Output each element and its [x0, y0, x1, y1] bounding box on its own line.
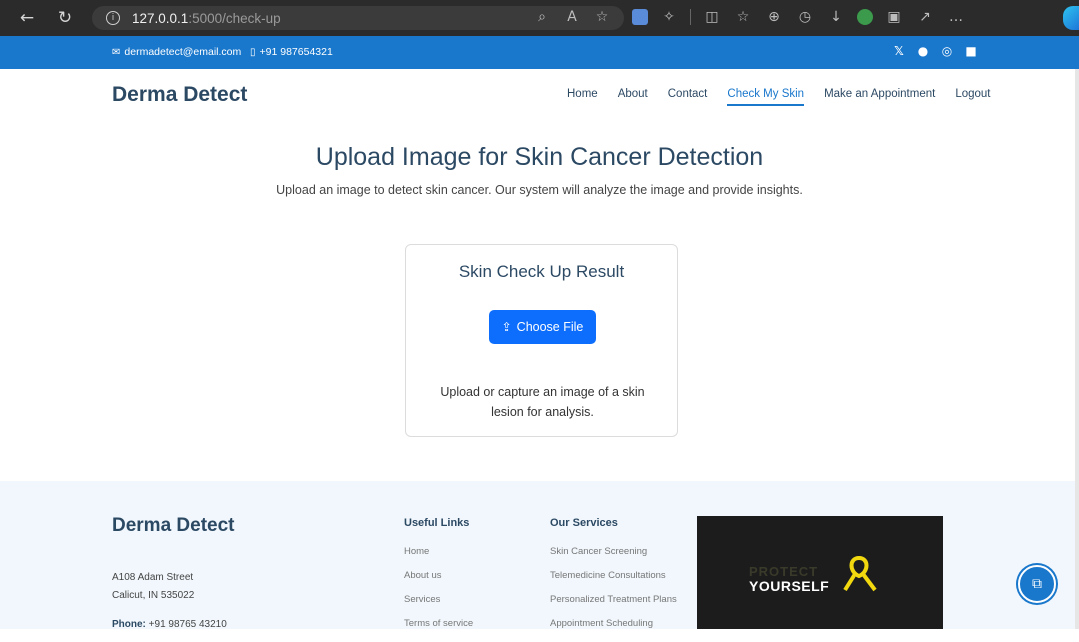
choose-file-label: Choose File [516, 320, 584, 334]
browser-essentials-icon[interactable] [857, 9, 873, 25]
footer-link-home[interactable]: Home [404, 546, 473, 570]
site-header: Derma Detect Home About Contact Check My… [0, 69, 1079, 127]
social-links: 𝕏 ● ◎ ■ [893, 44, 977, 58]
topbar-phone: ▯ +91 987654321 [250, 46, 333, 58]
x-icon[interactable]: 𝕏 [893, 44, 905, 58]
screenshot-icon[interactable]: ▣ [884, 9, 904, 25]
footer-phone-label: Phone: [112, 619, 146, 630]
site-footer: Derma Detect A108 Adam Street Calicut, I… [0, 481, 1079, 630]
chat-icon[interactable]: ⧉ [1018, 565, 1056, 603]
url-path: :5000/check-up [188, 10, 281, 26]
footer-link-about[interactable]: About us [404, 570, 473, 594]
nav-logout[interactable]: Logout [955, 88, 990, 106]
page-scrollbar[interactable] [1075, 69, 1079, 629]
back-arrow-icon[interactable]: ← [14, 5, 40, 31]
reload-icon[interactable]: ↻ [52, 5, 78, 31]
nav-home[interactable]: Home [567, 88, 598, 106]
promo-line-1: PROTECT [749, 564, 819, 579]
awareness-ribbon-icon [843, 556, 877, 592]
footer-phone: Phone: +91 98765 43210 [112, 619, 227, 630]
useful-links-list: Home About us Services Terms of service [404, 546, 473, 642]
envelope-icon: ✉ [112, 46, 121, 58]
footer-phone-value: +91 98765 43210 [148, 619, 227, 630]
toolbar-divider [690, 9, 691, 25]
service-link-telemedicine[interactable]: Telemedicine Consultations [550, 570, 677, 594]
useful-links-title: Useful Links [404, 517, 470, 529]
footer-address: A108 Adam Street Calicut, IN 535022 [112, 569, 194, 605]
share-icon[interactable]: ↗ [915, 9, 935, 25]
instagram-icon[interactable]: ◎ [941, 44, 953, 58]
upload-icon: ⇪ [501, 320, 512, 334]
our-services-list: Skin Cancer Screening Telemedicine Consu… [550, 546, 677, 642]
page-subtitle: Upload an image to detect skin cancer. O… [276, 183, 803, 197]
extensions-puzzle-icon[interactable]: ✧ [659, 9, 679, 25]
nav-contact[interactable]: Contact [668, 88, 708, 106]
page-title: Upload Image for Skin Cancer Detection [315, 143, 764, 171]
card-title: Skin Check Up Result [458, 262, 625, 281]
phone-icon: ▯ [250, 46, 256, 58]
collections-icon[interactable]: ⊕ [764, 9, 784, 25]
more-menu-icon[interactable]: … [946, 9, 966, 25]
zoom-icon[interactable]: ⌕ [532, 9, 552, 25]
url-host: 127.0.0.1 [132, 10, 189, 26]
extension-icon[interactable] [632, 9, 648, 25]
service-link-scheduling[interactable]: Appointment Scheduling [550, 618, 677, 642]
upload-card: Skin Check Up Result ⇪ Choose File Uploa… [405, 244, 678, 437]
history-icon[interactable]: ◷ [795, 9, 815, 25]
site-logo[interactable]: Derma Detect [112, 83, 247, 107]
nav-make-appointment[interactable]: Make an Appointment [824, 88, 935, 106]
address-line-2: Calicut, IN 535022 [112, 590, 195, 601]
phone-text: +91 987654321 [259, 46, 333, 58]
address-line-1: A108 Adam Street [112, 572, 194, 583]
our-services-title: Our Services [550, 517, 618, 529]
email-text: dermadetect@email.com [124, 46, 242, 58]
protect-yourself-banner: PROTECT YOURSELF [697, 516, 943, 629]
split-screen-icon[interactable]: ◫ [702, 9, 722, 25]
service-link-treatment[interactable]: Personalized Treatment Plans [550, 594, 677, 618]
browser-toolbar: ← ↻ i 127.0.0.1:5000/check-up ⌕ A ☆ ✧ ◫ … [0, 0, 1079, 36]
topbar-email[interactable]: ✉ dermadetect@email.com [112, 46, 241, 58]
favorites-icon[interactable]: ☆ [733, 9, 753, 25]
footer-link-services[interactable]: Services [404, 594, 473, 618]
copilot-icon[interactable] [1063, 6, 1079, 30]
linkedin-icon[interactable]: ■ [965, 44, 977, 58]
address-bar[interactable]: i 127.0.0.1:5000/check-up ⌕ A ☆ [92, 6, 624, 30]
site-info-icon[interactable]: i [106, 11, 120, 25]
main-nav: Home About Contact Check My Skin Make an… [567, 88, 1011, 106]
nav-check-my-skin[interactable]: Check My Skin [727, 88, 805, 106]
contact-bar: ✉ dermadetect@email.com ▯ +91 987654321 … [0, 36, 1079, 69]
main-content: Upload Image for Skin Cancer Detection U… [0, 127, 1079, 481]
read-aloud-icon[interactable]: A [562, 9, 582, 25]
facebook-icon[interactable]: ● [917, 44, 929, 58]
footer-link-terms[interactable]: Terms of service [404, 618, 473, 642]
promo-line-2: YOURSELF [749, 578, 830, 594]
favorite-star-icon[interactable]: ☆ [592, 9, 612, 25]
download-icon[interactable]: ↓ [826, 9, 846, 25]
service-link-screening[interactable]: Skin Cancer Screening [550, 546, 677, 570]
footer-logo[interactable]: Derma Detect [112, 515, 235, 537]
choose-file-button[interactable]: ⇪ Choose File [489, 310, 596, 344]
nav-about[interactable]: About [618, 88, 648, 106]
card-note: Upload or capture an image of a skin les… [440, 385, 645, 419]
